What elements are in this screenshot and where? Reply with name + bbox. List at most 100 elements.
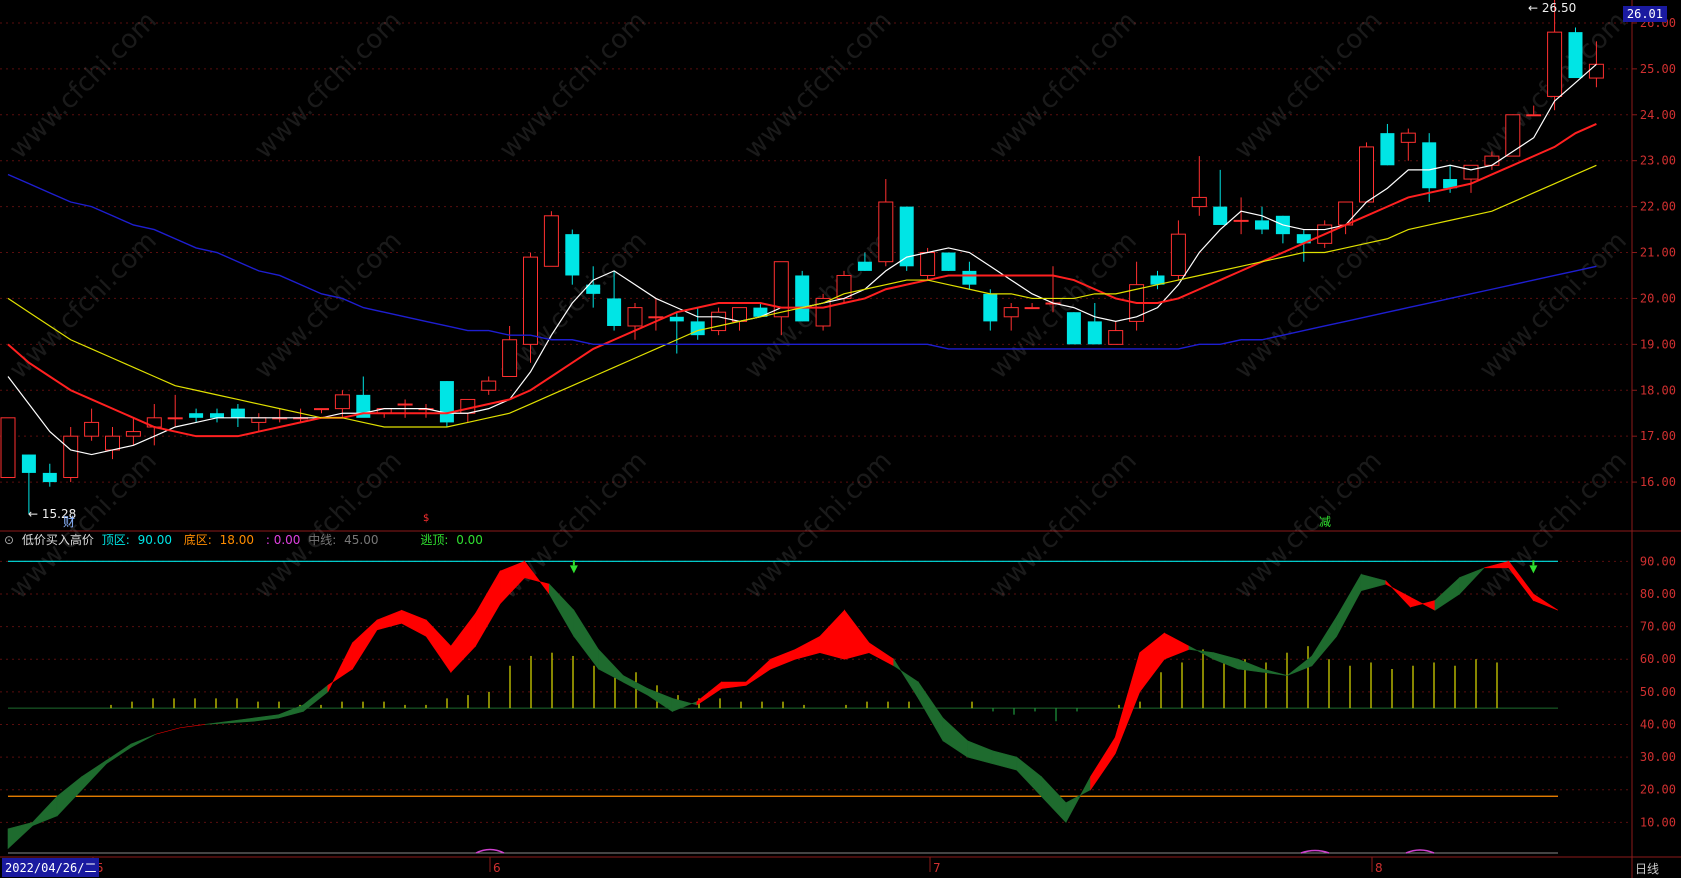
candle-body — [543, 215, 559, 267]
watermark-text: www.cfchi.com — [984, 446, 1143, 605]
indicator-axis-label: 60.00 — [1640, 652, 1676, 666]
candle-body — [732, 307, 747, 322]
indicator-ribbon-segment — [1311, 615, 1337, 667]
candle-body — [481, 380, 497, 391]
candle-body — [397, 403, 413, 406]
indicator-ribbon-segment — [1213, 652, 1239, 670]
bottom-zone-extra: : 0.00 — [265, 533, 301, 547]
indicator-ribbon-segment — [844, 609, 870, 660]
indicator-ribbon-segment — [1041, 775, 1067, 824]
candle-body — [63, 435, 79, 478]
candle-body — [627, 307, 643, 327]
watermark-text: www.cfchi.com — [739, 6, 898, 165]
watermark-text: www.cfchi.com — [1229, 226, 1388, 385]
mid-line-value: 45.00 — [344, 533, 379, 547]
bottom-zone-value: 18.00 — [219, 533, 255, 547]
candle-body — [941, 252, 956, 271]
candle-body — [502, 339, 518, 377]
indicator-ribbon-segment — [721, 681, 747, 689]
sell-arrow-icon — [1529, 565, 1538, 574]
candle-body — [167, 417, 183, 420]
indicator-ribbon-segment — [1360, 573, 1387, 592]
watermark-text: www.cfchi.com — [739, 446, 898, 605]
indicator-ribbon-segment — [548, 583, 575, 638]
indicator-ribbon-segment — [1385, 580, 1411, 608]
indicator-name[interactable]: 低价买入高价 — [22, 533, 94, 547]
indicator-ribbon-segment — [967, 740, 993, 765]
indicator-axis-label: 40.00 — [1640, 717, 1676, 731]
stock-chart-window: 26.00 25.00 24.00 23.00 22.00 21.00 20.00 19.00… — [0, 0, 1681, 878]
indicator-ribbon-segment — [696, 681, 722, 706]
indicator-ribbon-segment — [573, 609, 599, 670]
mid-line-label: 中线: — [308, 533, 337, 547]
period-label[interactable]: 日线 — [1635, 860, 1659, 877]
candle-body — [962, 270, 977, 285]
candle-body — [1568, 32, 1583, 79]
indicator-ribbon-segment — [352, 619, 378, 671]
candle-body — [42, 472, 57, 483]
indicator-ribbon-segment — [425, 619, 452, 674]
indicator-axis-label: 10.00 — [1640, 815, 1676, 829]
candle-body — [251, 417, 267, 423]
indicator-ribbon-segment — [1237, 658, 1264, 673]
candle-body — [1359, 146, 1374, 203]
candle-body — [230, 408, 245, 418]
indicator-ribbon-segment — [81, 759, 107, 791]
price-axis-label: 25.00 — [1640, 62, 1676, 76]
indicator-ribbon-segment — [918, 681, 944, 742]
price-axis-label: 19.00 — [1640, 337, 1676, 351]
candle-body — [125, 431, 141, 437]
indicator-ribbon-segment — [130, 733, 156, 748]
candle-body — [648, 316, 664, 319]
indicator-ribbon-segment — [868, 642, 895, 667]
candle-body — [565, 234, 580, 276]
indicator-axis-label: 20.00 — [1640, 783, 1676, 797]
indicator-ribbon-segment — [1090, 736, 1116, 791]
candle-body — [1526, 114, 1542, 117]
candle-body — [1213, 206, 1228, 225]
candle-body — [857, 261, 872, 271]
bottom-zone-label: 底区: — [183, 533, 212, 547]
indicator-ribbon-segment — [819, 609, 845, 660]
candle-body — [1338, 201, 1354, 226]
watermark-text: www.cfchi.com — [1474, 446, 1633, 605]
price-axis-label: 24.00 — [1640, 108, 1676, 122]
candle-body — [1170, 233, 1186, 276]
candle-body — [836, 274, 852, 299]
candle-body — [439, 381, 454, 423]
candle-body — [1505, 114, 1521, 157]
candle-body — [669, 316, 684, 322]
watermark-text: www.cfchi.com — [249, 446, 408, 605]
indicator-ribbon-segment — [7, 821, 33, 850]
candle-body — [920, 252, 936, 276]
candle-body — [1422, 142, 1437, 189]
escape-top-value: 0.00 — [456, 533, 483, 547]
high-price-label: ← 26.50 — [1528, 1, 1576, 15]
escape-top-label: 逃顶: — [420, 533, 449, 547]
indicator-ribbon-segment — [1114, 652, 1141, 754]
indicator-ribbon-segment — [1434, 576, 1460, 611]
watermark-text: www.cfchi.com — [1474, 226, 1633, 385]
indicator-ribbon-segment — [475, 569, 501, 648]
indicator-axis-label: 80.00 — [1640, 587, 1676, 601]
indicator-collapse-icon[interactable]: ⊙ — [4, 533, 14, 547]
indicator-ribbon-segment — [991, 750, 1018, 771]
month-label: 8 — [1375, 861, 1383, 875]
current-price-badge: 26.01 — [1622, 6, 1667, 22]
event-mark-jian[interactable]: 减 — [1319, 513, 1331, 530]
event-mark-cai[interactable]: 财 — [63, 513, 75, 530]
candle-body — [460, 398, 476, 414]
watermark-text: www.cfchi.com — [249, 226, 408, 385]
candle-body — [1066, 312, 1081, 345]
indicator-ribbon-segment — [1533, 593, 1559, 611]
indicator-axis-label: 90.00 — [1640, 554, 1676, 568]
price-axis-label: 23.00 — [1640, 154, 1676, 168]
candle-body — [1108, 330, 1124, 345]
sell-arrow-icon — [569, 565, 578, 574]
candle-body — [1463, 164, 1479, 180]
top-zone-value: 90.00 — [137, 533, 172, 547]
indicator-ribbon-segment — [622, 675, 648, 696]
escape-signal-bump — [475, 848, 505, 854]
event-mark-s[interactable]: $ — [423, 513, 429, 524]
watermark-text: www.cfchi.com — [494, 6, 653, 165]
